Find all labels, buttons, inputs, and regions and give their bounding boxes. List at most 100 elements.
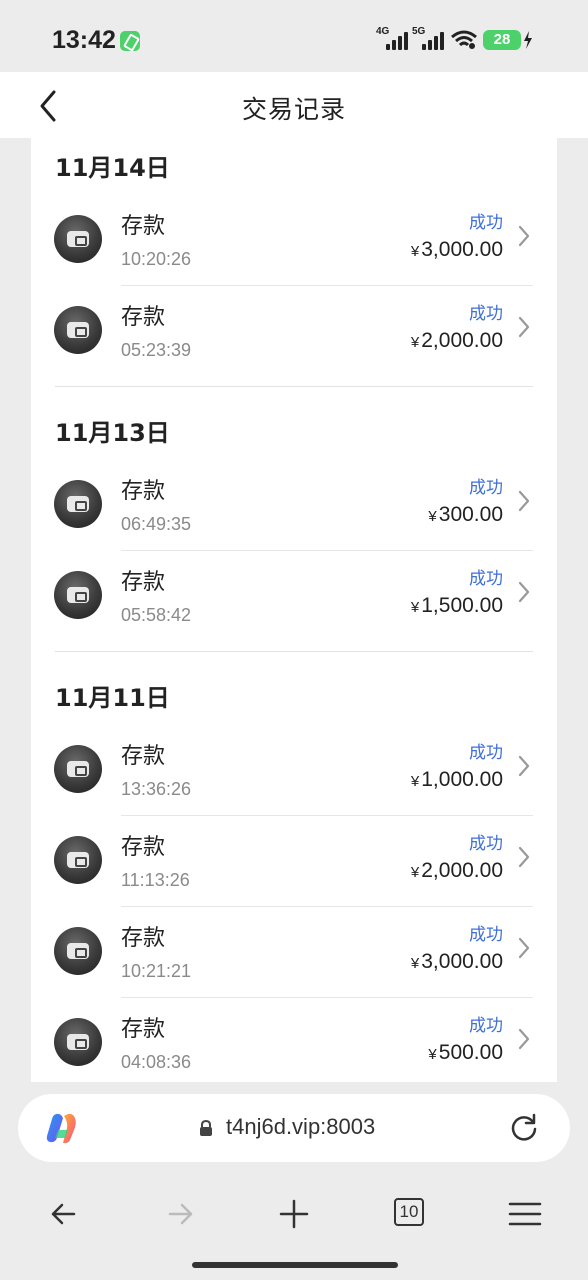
transaction-time: 11:13:26	[121, 870, 190, 890]
transaction-row[interactable]: 存款 11:13:26 成功 ¥2,000.00	[31, 815, 557, 906]
chevron-right-icon[interactable]	[517, 754, 531, 778]
wallet-icon	[54, 215, 102, 263]
transaction-time: 10:20:26	[121, 249, 192, 269]
amount-value: 1,500.00	[421, 594, 503, 617]
currency-symbol: ¥	[410, 599, 420, 616]
wallet-icon	[54, 1018, 102, 1066]
charging-bolt-icon	[524, 31, 532, 49]
currency-symbol: ¥	[410, 334, 420, 351]
chevron-right-icon[interactable]	[517, 315, 531, 339]
wifi-icon	[451, 30, 477, 49]
chevron-right-icon[interactable]	[517, 936, 531, 960]
status-badge: 成功	[469, 925, 503, 945]
transaction-amount: ¥3,000.00	[411, 238, 503, 262]
date-header: 11月13日	[55, 419, 170, 447]
amount-value: 3,000.00	[421, 238, 503, 261]
status-badge: 成功	[469, 569, 503, 589]
status-badge: 成功	[469, 834, 503, 854]
wallet-icon	[54, 480, 102, 528]
browser-nav-bar	[0, 1180, 588, 1250]
transaction-list[interactable]: 11月14日存款 10:20:26 成功 ¥3,000.00 存款 05:23:39 成功 ¥…	[31, 138, 557, 1082]
chevron-right-icon[interactable]	[517, 224, 531, 248]
currency-symbol: ¥	[428, 1046, 437, 1063]
group-divider	[55, 386, 533, 387]
app-header: 交易记录	[0, 72, 588, 138]
transaction-type: 存款	[121, 1017, 166, 1042]
chevron-right-icon[interactable]	[517, 1027, 531, 1051]
transaction-row[interactable]: 存款 10:21:21 成功 ¥3,000.00	[31, 906, 557, 997]
group-divider	[55, 651, 533, 652]
date-group: 11月11日存款 13:36:26 成功 ¥1,000.00 存款 11:13:26 成功 ¥…	[31, 668, 557, 1082]
amount-value: 2,000.00	[421, 329, 503, 352]
lock-icon	[200, 1120, 212, 1136]
transaction-row[interactable]: 存款 05:23:39 成功 ¥2,000.00	[31, 285, 557, 376]
transaction-amount: ¥3,000.00	[411, 950, 503, 974]
menu-icon[interactable]	[505, 1194, 545, 1234]
wallet-icon	[54, 927, 102, 975]
transaction-amount: ¥2,000.00	[411, 329, 503, 353]
transaction-amount: ¥500.00	[428, 1041, 503, 1065]
wallet-icon	[54, 571, 102, 619]
transaction-time: 05:58:42	[121, 605, 192, 625]
transaction-time: 05:23:39	[121, 340, 192, 360]
wallet-icon	[54, 836, 102, 884]
transaction-time: 04:08:36	[121, 1052, 192, 1072]
amount-value: 300.00	[438, 503, 503, 526]
status-badge: 成功	[469, 743, 503, 763]
transaction-amount: ¥300.00	[428, 503, 503, 527]
currency-symbol: ¥	[410, 864, 420, 881]
address-bar[interactable]: t4nj6d.vip:8003	[18, 1094, 570, 1162]
status-badge: 成功	[469, 304, 503, 324]
wallet-icon	[54, 306, 102, 354]
page-title: 交易记录	[241, 95, 346, 124]
transaction-type: 存款	[121, 926, 166, 951]
date-group: 11月14日存款 10:20:26 成功 ¥3,000.00 存款 05:23:39 成功 ¥…	[31, 138, 557, 376]
status-time: 13:42	[52, 26, 116, 54]
notification-app-icon	[120, 31, 140, 51]
status-badge: 成功	[469, 213, 503, 233]
currency-symbol: ¥	[428, 508, 437, 525]
transaction-type: 存款	[121, 305, 166, 330]
amount-value: 500.00	[438, 1041, 503, 1064]
currency-symbol: ¥	[410, 773, 420, 790]
transaction-time: 13:36:26	[121, 779, 192, 799]
date-header: 11月14日	[55, 154, 170, 182]
amount-value: 3,000.00	[421, 950, 503, 973]
status-bar: 13:42 4G 5G 28	[0, 0, 588, 72]
browser-chrome: t4nj6d.vip:8003 10	[0, 1082, 588, 1280]
chevron-right-icon[interactable]	[517, 580, 531, 604]
url-text[interactable]: t4nj6d.vip:8003	[226, 1114, 375, 1140]
transaction-row[interactable]: 存款 10:20:26 成功 ¥3,000.00	[31, 194, 557, 285]
transaction-row[interactable]: 存款 05:58:42 成功 ¥1,500.00	[31, 550, 557, 641]
signal-5g-icon	[420, 30, 444, 50]
transaction-amount: ¥2,000.00	[411, 859, 503, 883]
transaction-time: 10:21:21	[121, 961, 192, 981]
transaction-type: 存款	[121, 214, 166, 239]
new-tab-icon[interactable]	[274, 1194, 314, 1234]
date-header: 11月11日	[55, 684, 170, 712]
amount-value: 2,000.00	[421, 859, 503, 882]
chevron-right-icon[interactable]	[517, 489, 531, 513]
amount-value: 1,000.00	[421, 768, 503, 791]
transaction-row[interactable]: 存款 06:49:35 成功 ¥300.00	[31, 459, 557, 550]
battery-icon: 28	[483, 30, 521, 50]
transaction-amount: ¥1,000.00	[411, 768, 503, 792]
copilot-icon[interactable]	[44, 1110, 80, 1146]
currency-symbol: ¥	[410, 243, 420, 260]
transaction-time: 06:49:35	[121, 514, 192, 534]
date-group: 11月13日 存款 06:49:35 成功 ¥300.00 存款 05:58:42 成功 ¥1,…	[31, 403, 557, 641]
home-indicator[interactable]	[192, 1262, 398, 1268]
transaction-type: 存款	[121, 744, 166, 769]
reload-icon[interactable]	[508, 1112, 540, 1144]
back-arrow-icon[interactable]	[44, 1194, 84, 1234]
transaction-type: 存款	[121, 479, 166, 504]
transaction-row[interactable]: 存款 04:08:36 成功 ¥500.00	[31, 997, 557, 1082]
forward-arrow-icon[interactable]	[160, 1194, 200, 1234]
status-badge: 成功	[469, 1016, 503, 1036]
tabs-count-button[interactable]: 10	[394, 1198, 424, 1226]
chevron-right-icon[interactable]	[517, 845, 531, 869]
transaction-row[interactable]: 存款 13:36:26 成功 ¥1,000.00	[31, 724, 557, 815]
transaction-amount: ¥1,500.00	[411, 594, 503, 618]
transaction-type: 存款	[121, 835, 166, 860]
signal-4g-icon	[384, 30, 408, 50]
